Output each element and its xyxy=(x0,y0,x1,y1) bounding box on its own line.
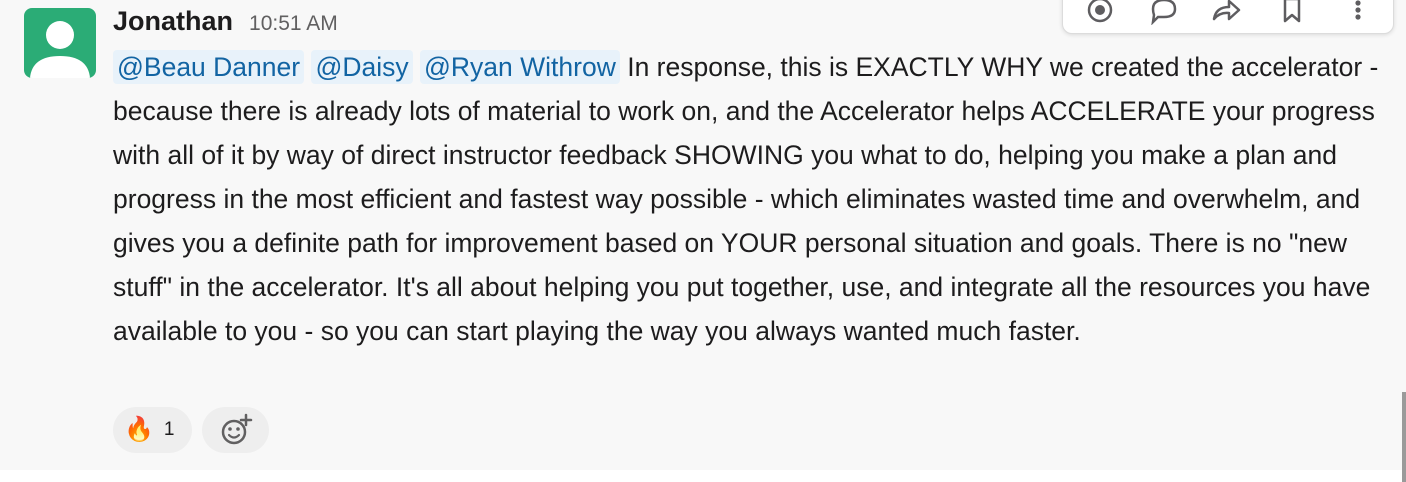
message-body: @Beau Danner @Daisy @Ryan Withrow In res… xyxy=(113,45,1393,353)
reaction-fire[interactable]: 🔥 1 xyxy=(113,407,192,453)
completed-icon[interactable] xyxy=(1077,0,1123,33)
avatar[interactable] xyxy=(24,8,96,78)
mention-ryan-withrow[interactable]: @Ryan Withrow xyxy=(420,50,620,84)
timestamp[interactable]: 10:51 AM xyxy=(249,12,338,36)
scrollbar[interactable] xyxy=(1402,392,1406,482)
user-silhouette-icon xyxy=(30,21,90,78)
share-icon[interactable] xyxy=(1203,0,1249,33)
add-emoji-icon xyxy=(221,413,252,445)
reactions-bar: 🔥 1 xyxy=(113,407,269,453)
more-actions-icon[interactable] xyxy=(1335,0,1381,33)
reaction-count: 1 xyxy=(163,419,175,440)
message-actions-toolbar xyxy=(1062,0,1394,34)
sender-name[interactable]: Jonathan xyxy=(113,6,233,37)
mention-daisy[interactable]: @Daisy xyxy=(311,50,413,84)
fire-emoji: 🔥 xyxy=(124,416,154,443)
message: Jonathan 10:51 AM @Beau Danner @Daisy @R… xyxy=(0,0,1406,470)
bookmark-icon[interactable] xyxy=(1269,0,1315,33)
add-reaction-button[interactable] xyxy=(202,407,269,453)
message-header: Jonathan 10:51 AM xyxy=(113,6,338,42)
message-text: In response, this is EXACTLY WHY we crea… xyxy=(113,52,1379,346)
reply-in-thread-icon[interactable] xyxy=(1141,0,1187,33)
mention-beau-danner[interactable]: @Beau Danner xyxy=(113,50,305,84)
